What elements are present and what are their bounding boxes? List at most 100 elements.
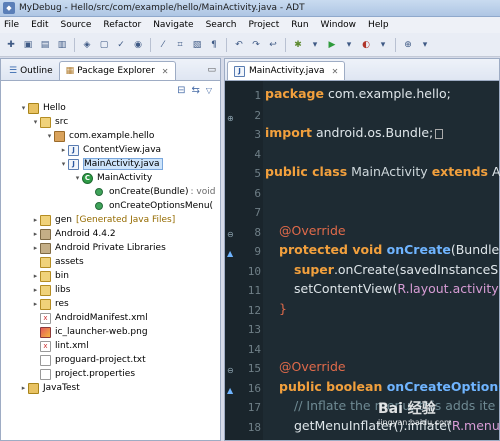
- tab-package-explorer[interactable]: ▦ Package Explorer ✕: [58, 61, 176, 80]
- tree-item-android-442[interactable]: ▸ Android 4.4.2: [31, 227, 116, 241]
- tree-item-manifest[interactable]: x AndroidManifest.xml: [40, 311, 148, 325]
- tree-item-oncreateoptionsmenu[interactable]: onCreateOptionsMenu(: [94, 199, 213, 213]
- tree-item-class-mainactivity[interactable]: ▾ C MainActivity: [73, 171, 152, 185]
- folder-icon: [40, 284, 51, 296]
- expand-toggle-icon[interactable]: ▸: [31, 244, 40, 252]
- line-number: 12: [247, 304, 261, 317]
- fold-marker-icon[interactable]: ⊖: [227, 230, 236, 239]
- toolbar-separator: [150, 37, 151, 52]
- menu-project[interactable]: Project: [248, 20, 279, 30]
- tree-item-label: com.example.hello: [69, 131, 155, 141]
- link-with-editor-icon[interactable]: ⇆: [191, 85, 199, 96]
- expand-toggle-icon[interactable]: ▾: [45, 132, 54, 140]
- code-text: com.example.hello;: [323, 86, 451, 101]
- tree-item-project-properties[interactable]: project.properties: [40, 367, 135, 381]
- dropdown-icon[interactable]: ▾: [308, 38, 322, 52]
- menu-window[interactable]: Window: [321, 20, 357, 30]
- tree-item-res[interactable]: ▸ res: [31, 297, 69, 311]
- tree-item-libs[interactable]: ▸ libs: [31, 283, 70, 297]
- toggle-comment-icon[interactable]: ⁄: [156, 38, 170, 52]
- expand-toggle-icon[interactable]: ▸: [31, 230, 40, 238]
- tree-item-package[interactable]: ▾ com.example.hello: [45, 129, 154, 143]
- expand-toggle-icon[interactable]: ▸: [59, 146, 68, 154]
- folded-block-icon[interactable]: [435, 128, 444, 139]
- open-type-icon[interactable]: ⊕: [401, 38, 415, 52]
- dropdown-icon[interactable]: ▾: [376, 38, 390, 52]
- watermark-text: Bai 经验: [378, 401, 436, 417]
- block-selection-icon[interactable]: ▧: [190, 38, 204, 52]
- fold-marker-icon[interactable]: ⊖: [227, 366, 236, 375]
- code-line: import android.os.Bundle;: [265, 125, 444, 140]
- save-icon[interactable]: ▣: [21, 38, 35, 52]
- line-number-gutter: 1 2 ⊕ 3 4 5 6 7 8 ⊖ 9 ▲ 10 11 12 13 14 1…: [225, 81, 263, 440]
- code-area[interactable]: 1 2 ⊕ 3 4 5 6 7 8 ⊖ 9 ▲ 10 11 12 13 14 1…: [225, 81, 500, 440]
- close-icon[interactable]: ✕: [162, 67, 169, 76]
- tab-outline[interactable]: ☰ Outline: [3, 61, 59, 80]
- line-number: 14: [247, 343, 261, 356]
- menu-search[interactable]: Search: [206, 20, 237, 30]
- avd-manager-icon[interactable]: ▢: [97, 38, 111, 52]
- show-whitespace-icon[interactable]: ¶: [207, 38, 221, 52]
- tree-item-private-libraries[interactable]: ▸ Android Private Libraries: [31, 241, 166, 255]
- menu-run[interactable]: Run: [291, 20, 308, 30]
- menu-navigate[interactable]: Navigate: [153, 20, 193, 30]
- tree-item-src[interactable]: ▾ src: [31, 115, 68, 129]
- tree-item-label: MainActivity: [97, 173, 153, 183]
- close-icon[interactable]: ✕: [332, 67, 339, 76]
- tree-item-assets[interactable]: assets: [40, 255, 84, 269]
- library-icon: [40, 228, 51, 240]
- menu-source[interactable]: Source: [61, 20, 92, 30]
- fold-marker-icon[interactable]: ⊕: [227, 114, 236, 123]
- tree-item-launcher-png[interactable]: ic_launcher-web.png: [40, 325, 148, 339]
- print-icon[interactable]: ▥: [55, 38, 69, 52]
- tree-item-oncreate[interactable]: onCreate(Bundle) : void: [94, 185, 215, 199]
- android-sdk-icon[interactable]: ◈: [80, 38, 94, 52]
- tree-item-gen[interactable]: ▸ gen [Generated Java Files]: [31, 213, 175, 227]
- tree-item-javatest[interactable]: ▸ JavaTest: [19, 381, 80, 395]
- save-all-icon[interactable]: ▤: [38, 38, 52, 52]
- menu-edit[interactable]: Edit: [31, 20, 48, 30]
- line-number: 8: [254, 226, 261, 239]
- lint-icon[interactable]: ✓: [114, 38, 128, 52]
- annotation: @Override: [279, 359, 346, 374]
- forward-icon[interactable]: ↷: [249, 38, 263, 52]
- run-icon[interactable]: ▶: [325, 38, 339, 52]
- expand-toggle-icon[interactable]: ▸: [19, 384, 28, 392]
- back-icon[interactable]: ↶: [232, 38, 246, 52]
- tree-item-mainactivity[interactable]: ▾ J MainActivity.java: [59, 157, 163, 171]
- expand-toggle-icon[interactable]: ▸: [31, 286, 40, 294]
- expand-toggle-icon[interactable]: ▸: [31, 216, 40, 224]
- tree-item-lint[interactable]: x lint.xml: [40, 339, 89, 353]
- new-android-project-icon[interactable]: ◉: [131, 38, 145, 52]
- collapse-all-icon[interactable]: ⊟: [177, 85, 185, 96]
- debug-icon[interactable]: ✱: [291, 38, 305, 52]
- tree-item-bin[interactable]: ▸ bin: [31, 269, 69, 283]
- expand-toggle-icon[interactable]: ▸: [31, 300, 40, 308]
- dropdown-icon[interactable]: ▾: [418, 38, 432, 52]
- expand-toggle-icon[interactable]: ▾: [73, 174, 82, 182]
- tree-item-label: JavaTest: [43, 383, 80, 393]
- tree-item-hello[interactable]: ▾ Hello: [19, 101, 66, 115]
- expand-toggle-icon[interactable]: ▾: [59, 160, 68, 168]
- menu-file[interactable]: File: [4, 20, 19, 30]
- expand-toggle-icon[interactable]: ▾: [31, 118, 40, 126]
- tree-item-proguard[interactable]: proguard-project.txt: [40, 353, 146, 367]
- dropdown-icon[interactable]: ▾: [342, 38, 356, 52]
- last-edit-icon[interactable]: ↩: [266, 38, 280, 52]
- tree-item-contentview[interactable]: ▸ J ContentView.java: [59, 143, 161, 157]
- tab-mainactivity-java[interactable]: J MainActivity.java ✕: [227, 61, 346, 80]
- menu-help[interactable]: Help: [368, 20, 389, 30]
- line-number: 13: [247, 323, 261, 336]
- line-number: 1: [254, 89, 261, 102]
- menu-refactor[interactable]: Refactor: [103, 20, 141, 30]
- outline-icon: ☰: [9, 65, 18, 76]
- external-tools-icon[interactable]: ◐: [359, 38, 373, 52]
- window-title: MyDebug - Hello/src/com/example/hello/Ma…: [19, 3, 305, 13]
- toolbar-separator: [395, 37, 396, 52]
- expand-toggle-icon[interactable]: ▾: [19, 104, 28, 112]
- view-menu-icon[interactable]: ▽: [206, 86, 212, 95]
- minimize-icon[interactable]: ▭: [207, 65, 216, 75]
- expand-toggle-icon[interactable]: ▸: [31, 272, 40, 280]
- mark-occurrences-icon[interactable]: ⌗: [173, 38, 187, 52]
- new-icon[interactable]: ✚: [4, 38, 18, 52]
